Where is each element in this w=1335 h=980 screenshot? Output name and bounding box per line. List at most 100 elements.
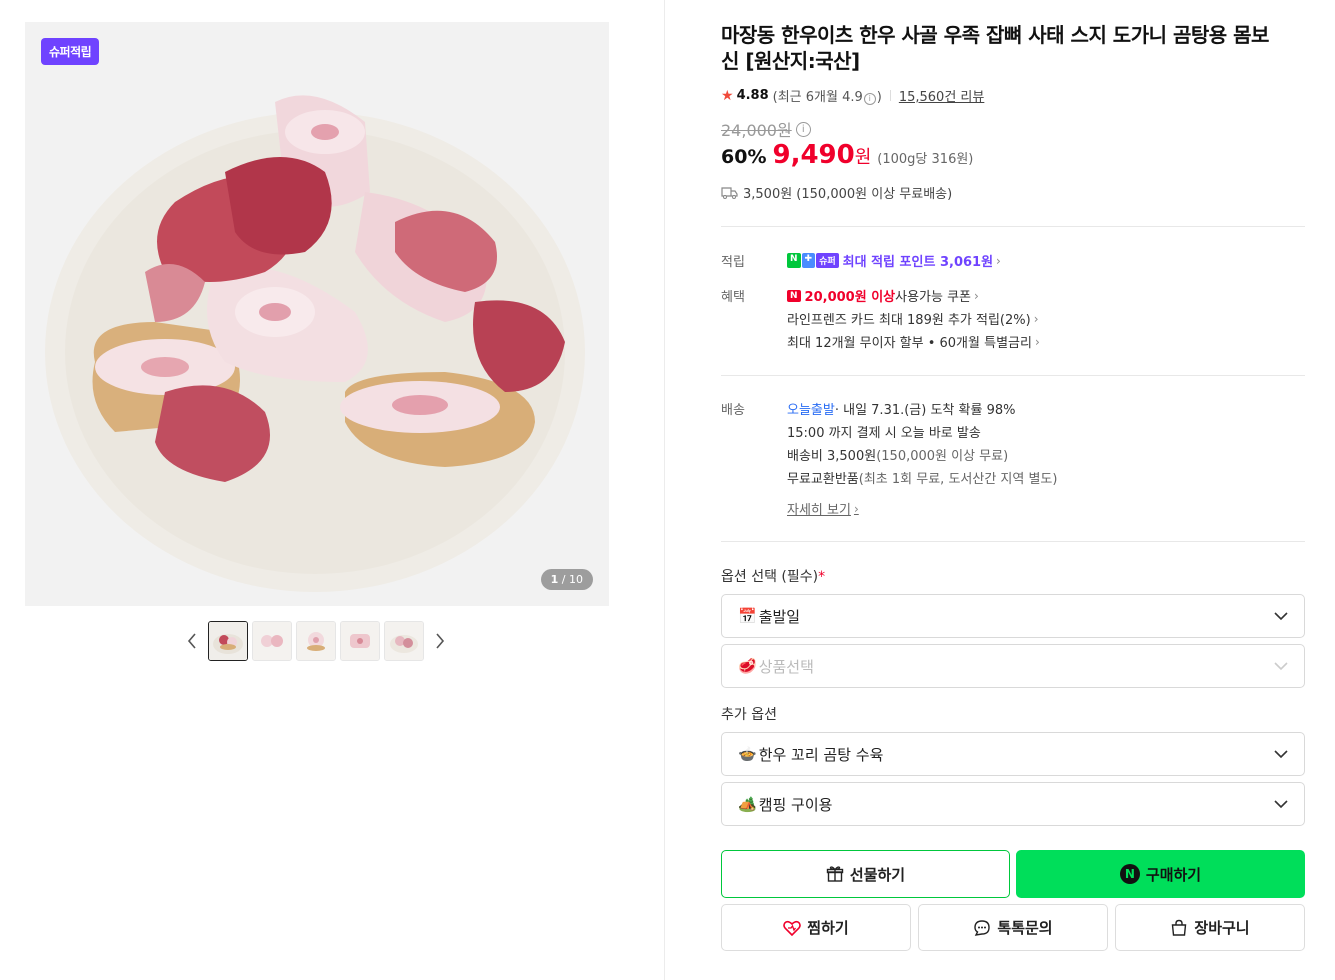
gift-button[interactable]: 선물하기 bbox=[721, 850, 1010, 898]
thumbnail-5[interactable] bbox=[384, 621, 424, 661]
chevron-down-icon bbox=[1274, 661, 1288, 670]
required-option-label: 옵션 선택 (필수)* bbox=[721, 566, 825, 586]
select-content: 🏕️ 캠핑 구이용 bbox=[738, 794, 832, 815]
calendar-icon: 📅 bbox=[738, 607, 757, 625]
soup-bowl-icon: 🍲 bbox=[738, 745, 757, 763]
thumbnail-4[interactable] bbox=[340, 621, 380, 661]
select-value: 캠핑 구이용 bbox=[758, 795, 833, 814]
talk-label: 톡톡문의 bbox=[997, 919, 1053, 937]
shipping-summary-text: 3,500원 (150,000원 이상 무료배송) bbox=[743, 187, 953, 202]
thumbnail-prev-button[interactable] bbox=[180, 621, 204, 661]
meat-bones-photo bbox=[25, 22, 609, 606]
n-badge: N bbox=[787, 253, 801, 268]
star-icon: ★ bbox=[721, 87, 734, 104]
buy-button[interactable]: N 구매하기 bbox=[1016, 850, 1305, 898]
wish-label: 찜하기 bbox=[807, 919, 849, 937]
cutoff-text: 15:00 까지 결제 시 오늘 바로 발송 bbox=[787, 426, 981, 441]
chevron-down-icon bbox=[1274, 749, 1288, 758]
installment-row[interactable]: 최대 12개월 무이자 할부 • 60개월 특별금리 › bbox=[787, 332, 1040, 352]
camping-icon: 🏕️ bbox=[738, 795, 757, 813]
plus-badge: ✚ bbox=[801, 253, 816, 268]
image-counter-total: / 10 bbox=[558, 573, 583, 586]
divider bbox=[721, 226, 1305, 227]
required-asterisk: * bbox=[818, 569, 826, 585]
cart-button[interactable]: 장바구니 bbox=[1115, 904, 1305, 951]
coupon-text: 사용가능 쿠폰 bbox=[895, 290, 972, 305]
points-row[interactable]: N ✚ 슈퍼 최대 적립 포인트 3,061원 › bbox=[787, 251, 1001, 270]
recent-rating-close: ) bbox=[876, 90, 882, 105]
discount-percent: 60% bbox=[721, 146, 767, 168]
sale-price: 9,490 bbox=[772, 140, 855, 170]
gift-icon bbox=[826, 866, 844, 882]
chevron-left-icon bbox=[187, 633, 196, 649]
today-shipping-badge: 오늘출발 bbox=[787, 403, 835, 418]
chevron-right-icon: › bbox=[853, 501, 859, 516]
product-title: 마장동 한우이츠 한우 사골 우족 잡뼈 사태 스지 도가니 곰탕용 몸보신 [… bbox=[721, 23, 1269, 73]
product-select: 🥩 상품선택 bbox=[721, 644, 1305, 688]
thumbnail-image bbox=[253, 622, 291, 660]
thumbnail-image bbox=[209, 622, 247, 660]
thumbnail-2[interactable] bbox=[252, 621, 292, 661]
chevron-right-icon: › bbox=[996, 253, 1001, 268]
npay-plus-super-badge: N ✚ 슈퍼 bbox=[787, 253, 839, 268]
departure-date-select[interactable]: 📅 출발일 bbox=[721, 594, 1305, 638]
chevron-down-icon bbox=[1274, 799, 1288, 808]
delivery-more-link[interactable]: 자세히 보기 › bbox=[787, 499, 859, 519]
meat-icon: 🥩 bbox=[738, 657, 757, 675]
naver-pay-icon: N bbox=[1119, 864, 1140, 884]
max-points-text: 최대 적립 포인트 3,061원 bbox=[842, 255, 994, 270]
points-label: 적립 bbox=[721, 255, 745, 270]
thumbnail-1[interactable] bbox=[208, 621, 248, 661]
tail-soup-select[interactable]: 🍲 한우 꼬리 곰탕 수육 bbox=[721, 732, 1305, 776]
column-divider bbox=[664, 0, 665, 980]
unit-price: (100g당 316원) bbox=[877, 152, 974, 167]
sale-price-row: 60% 9,490 원 (100g당 316원) bbox=[721, 140, 973, 170]
recent-rating: (최근 6개월 4.9 i) bbox=[773, 86, 882, 105]
card-row[interactable]: 라인프렌즈 카드 최대 189원 추가 적립(2%) › bbox=[787, 309, 1039, 329]
delivery-arrival-row: 오늘출발 · 내일 7.31.(금) 도착 확률 98% bbox=[787, 399, 1015, 418]
talk-inquiry-button[interactable]: 톡톡문의 bbox=[918, 904, 1108, 951]
delivery-more-text: 자세히 보기 bbox=[787, 503, 851, 518]
gift-label: 선물하기 bbox=[849, 865, 906, 884]
coupon-row[interactable]: N 20,000원 이상 사용가능 쿠폰 › bbox=[787, 286, 979, 305]
installment-text: 최대 12개월 무이자 할부 • 60개월 특별금리 bbox=[787, 336, 1032, 351]
wish-button[interactable]: 찜하기 bbox=[721, 904, 911, 951]
thumbnail-image bbox=[385, 622, 423, 660]
super-badge: 슈퍼 bbox=[816, 253, 839, 268]
price-currency: 원 bbox=[854, 147, 872, 168]
select-content: 🍲 한우 꼬리 곰탕 수육 bbox=[738, 744, 883, 765]
recent-rating-text: (최근 6개월 4.9 bbox=[772, 90, 863, 105]
card-text: 라인프렌즈 카드 최대 189원 추가 적립(2%) bbox=[787, 313, 1031, 328]
info-icon[interactable]: i bbox=[863, 92, 876, 105]
coupon-highlight: 20,000원 이상 bbox=[804, 290, 896, 305]
n-coupon-icon: N bbox=[787, 289, 801, 302]
main-product-image[interactable]: 슈퍼적립 1 / 10 bbox=[25, 22, 609, 606]
shipping-fee: 배송비 3,500원 bbox=[787, 449, 877, 464]
required-option-text: 옵션 선택 (필수) bbox=[721, 569, 819, 585]
thumbnail-next-button[interactable] bbox=[428, 621, 452, 661]
original-price-row: 24,000원 i bbox=[721, 117, 811, 141]
delivery-truck-icon bbox=[721, 187, 738, 199]
price-info-icon[interactable]: i bbox=[795, 121, 811, 137]
chevron-right-icon: › bbox=[1034, 334, 1040, 349]
thumbnail-3[interactable] bbox=[296, 621, 336, 661]
shipping-fee-note: (150,000원 이상 무료) bbox=[876, 449, 1009, 464]
divider bbox=[721, 375, 1305, 376]
heart-icon bbox=[783, 920, 802, 936]
exchange-note: (최초 1회 무료, 도서산간 지역 별도) bbox=[858, 472, 1058, 487]
benefit-label: 혜택 bbox=[721, 290, 745, 305]
cutoff-row: 15:00 까지 결제 시 오늘 바로 발송 bbox=[787, 422, 981, 441]
exchange-row: 무료교환반품 (최초 1회 무료, 도서산간 지역 별도) bbox=[787, 468, 1057, 487]
select-value: 한우 꼬리 곰탕 수육 bbox=[758, 745, 884, 764]
chevron-right-icon: › bbox=[1033, 311, 1039, 326]
camping-grill-select[interactable]: 🏕️ 캠핑 구이용 bbox=[721, 782, 1305, 826]
buy-label: 구매하기 bbox=[1145, 865, 1202, 884]
rating-row: ★ 4.88 (최근 6개월 4.9 i) 15,560건 리뷰 bbox=[721, 86, 985, 106]
super-points-badge: 슈퍼적립 bbox=[41, 38, 100, 65]
thumbnail-image bbox=[341, 622, 379, 660]
review-count-link[interactable]: 15,560건 리뷰 bbox=[899, 86, 985, 105]
image-counter: 1 / 10 bbox=[540, 569, 593, 590]
exchange-text: 무료교환반품 bbox=[787, 472, 859, 487]
shipping-fee-row: 배송비 3,500원 (150,000원 이상 무료) bbox=[787, 445, 1008, 464]
thumbnail-strip bbox=[180, 621, 452, 661]
